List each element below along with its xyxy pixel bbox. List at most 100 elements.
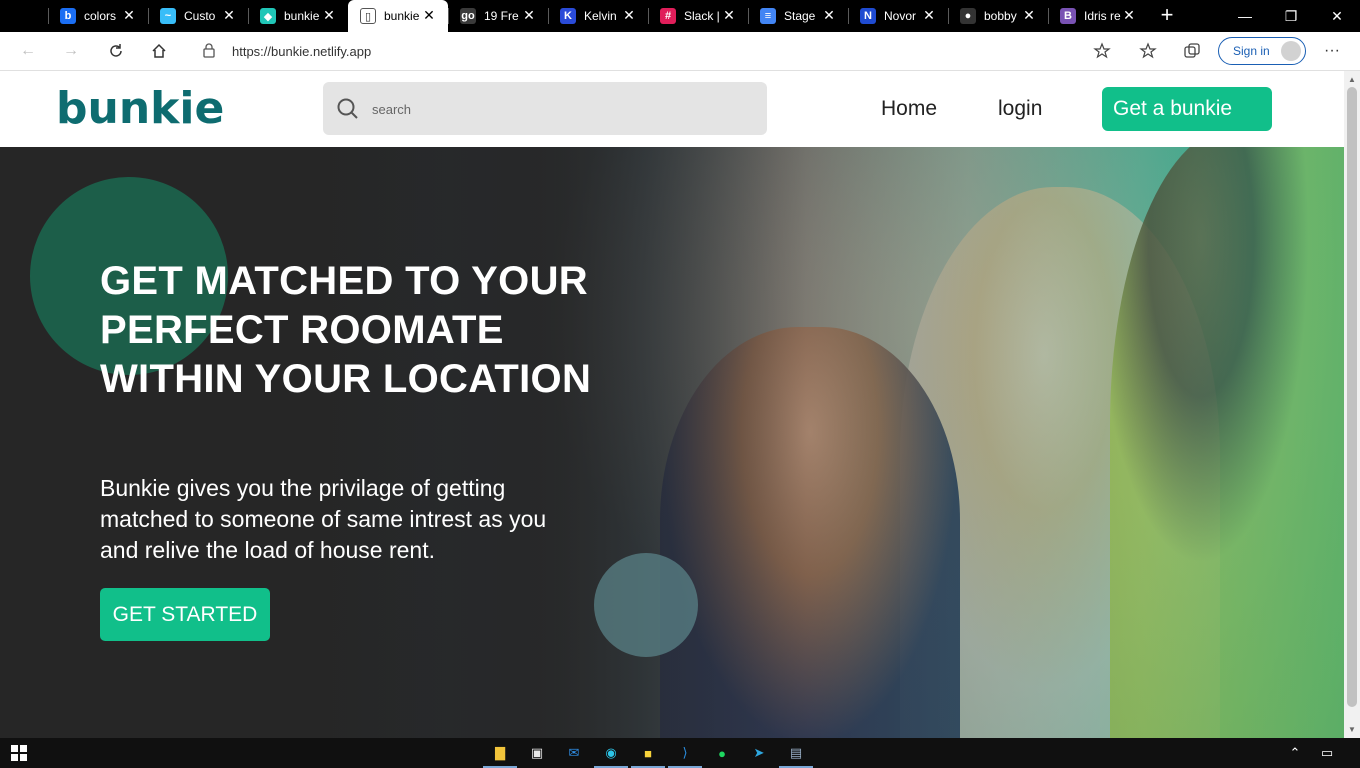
close-tab-icon[interactable]: ✕: [322, 8, 336, 22]
get-a-bunkie-button[interactable]: Get a bunkie: [1102, 87, 1272, 131]
close-tab-icon[interactable]: ✕: [822, 8, 836, 22]
address-bar[interactable]: https://bunkie.netlify.app: [187, 36, 1119, 66]
browser-tab[interactable]: ~ Custo ✕: [148, 0, 248, 32]
tab-separator: [748, 8, 749, 24]
site-navbar: bunkie search Home login Get a bunkie: [0, 71, 1344, 147]
store-icon[interactable]: ▣: [526, 742, 548, 764]
close-tab-icon[interactable]: ✕: [922, 8, 936, 22]
netlify-icon: ◆: [260, 8, 276, 24]
tab-title: Custo: [184, 9, 216, 23]
tailwind-icon: ~: [160, 8, 176, 24]
page-scrollbar[interactable]: ▲ ▼: [1344, 71, 1360, 738]
refresh-icon[interactable]: [105, 40, 127, 62]
browser-tab[interactable]: b colors ✕: [48, 0, 148, 32]
scroll-down-icon[interactable]: ▼: [1348, 725, 1356, 734]
browser-tab[interactable]: N Novor ✕: [848, 0, 948, 32]
close-tab-icon[interactable]: ✕: [222, 8, 236, 22]
browser-tab[interactable]: K Kelvin ✕: [548, 0, 648, 32]
lock-icon[interactable]: [203, 43, 215, 63]
tab-title: colors: [84, 9, 117, 23]
restore-button[interactable]: ❐: [1268, 0, 1314, 32]
tab-title: bunkie: [384, 9, 420, 23]
novu-icon: N: [860, 8, 876, 24]
spotify-icon[interactable]: ●: [711, 742, 733, 764]
minimize-button[interactable]: —: [1222, 0, 1268, 32]
search-bar[interactable]: search: [323, 82, 767, 135]
close-tab-icon[interactable]: ✕: [622, 8, 636, 22]
search-icon: [337, 98, 358, 119]
close-tab-icon[interactable]: ✕: [1122, 8, 1136, 22]
bootstrap-icon: B: [1060, 8, 1076, 24]
browser-toolbar: ← → https://bunkie.netlify.app Sign in ·…: [0, 32, 1360, 71]
back-icon[interactable]: ←: [17, 40, 39, 62]
tab-separator: [1048, 8, 1049, 24]
sign-in-button[interactable]: Sign in: [1218, 37, 1306, 65]
edge-icon[interactable]: ◉: [594, 742, 628, 768]
close-tab-icon[interactable]: ✕: [422, 8, 436, 22]
decorative-circle-small: [594, 553, 698, 657]
telegram-icon[interactable]: ➤: [748, 742, 770, 764]
tab-title: Slack |: [684, 9, 720, 23]
remote-desktop-icon[interactable]: ▤: [779, 742, 813, 768]
hero-headline: GET MATCHED TO YOUR PERFECT ROOMATE WITH…: [100, 259, 592, 401]
kelvin-icon: K: [560, 8, 576, 24]
close-window-button[interactable]: ✕: [1314, 0, 1360, 32]
nav-home-link[interactable]: Home: [881, 97, 937, 121]
docs-icon: ≡: [760, 8, 776, 24]
favorites-icon[interactable]: [1137, 40, 1159, 62]
close-tab-icon[interactable]: ✕: [522, 8, 536, 22]
tab-title: 19 Fre: [484, 9, 519, 23]
scrollbar-thumb[interactable]: [1347, 87, 1357, 707]
windows-start-icon[interactable]: [8, 742, 30, 764]
mail-icon[interactable]: ✉: [563, 742, 585, 764]
hero-subtext: Bunkie gives you the privilage of gettin…: [100, 475, 547, 563]
file-explorer-icon[interactable]: ▇: [483, 742, 517, 768]
sign-in-label: Sign in: [1233, 44, 1270, 58]
system-tray-chevron-icon[interactable]: ⌃: [1284, 742, 1306, 764]
sticky-notes-icon[interactable]: ■: [631, 742, 665, 768]
tab-separator: [948, 8, 949, 24]
notifications-icon[interactable]: ▭: [1316, 742, 1338, 764]
browser-tab[interactable]: # Slack | ✕: [648, 0, 748, 32]
slack-icon: #: [660, 8, 676, 24]
new-tab-button[interactable]: +: [1156, 4, 1178, 26]
browser-tab[interactable]: ▯ bunkie ✕: [348, 0, 448, 32]
vscode-icon[interactable]: ⟩: [668, 742, 702, 768]
tab-title: Stage: [784, 9, 816, 23]
tab-separator: [648, 8, 649, 24]
tab-title: Novor: [884, 9, 917, 23]
home-icon[interactable]: [148, 40, 170, 62]
tab-separator: [248, 8, 249, 24]
close-tab-icon[interactable]: ✕: [122, 8, 136, 22]
tab-separator: [848, 8, 849, 24]
browser-tab-strip: b colors ✕ ~ Custo ✕ ◆ bunkie ✕ ▯ bunkie ✕ go 19 Fre ✕…: [0, 0, 1360, 32]
nav-login-link[interactable]: login: [998, 97, 1042, 121]
browser-tab[interactable]: ● bobby ✕: [948, 0, 1048, 32]
browser-tab[interactable]: ◆ bunkie ✕: [248, 0, 348, 32]
page-icon: ▯: [360, 8, 376, 24]
close-tab-icon[interactable]: ✕: [1022, 8, 1036, 22]
windows-taskbar: ▇ ▣ ✉ ◉ ■ ⟩ ● ➤ ▤ ⌃ ▭: [0, 738, 1360, 768]
forward-icon[interactable]: →: [60, 40, 82, 62]
tab-title: Idris re: [1084, 9, 1121, 23]
browser-tab[interactable]: go 19 Fre ✕: [448, 0, 548, 32]
collections-icon[interactable]: [1181, 40, 1203, 62]
get-started-button[interactable]: GET STARTED: [100, 588, 270, 641]
browser-tab[interactable]: ≡ Stage ✕: [748, 0, 848, 32]
browser-tab[interactable]: B Idris re ✕: [1048, 0, 1148, 32]
more-menu-icon[interactable]: ···: [1321, 40, 1343, 62]
bunkie-logo[interactable]: bunkie: [56, 83, 224, 134]
close-tab-icon[interactable]: ✕: [722, 8, 736, 22]
scroll-up-icon[interactable]: ▲: [1348, 75, 1356, 84]
tab-title: Kelvin: [584, 9, 617, 23]
profile-avatar-icon: [1281, 41, 1301, 61]
web-page: bunkie search Home login Get a bunkie GE…: [0, 71, 1344, 738]
tab-title: bunkie: [284, 9, 320, 23]
add-favorite-icon[interactable]: [1093, 42, 1111, 65]
tab-separator: [548, 8, 549, 24]
url-text[interactable]: https://bunkie.netlify.app: [232, 44, 371, 59]
bing-icon: b: [60, 8, 76, 24]
hero-section: GET MATCHED TO YOUR PERFECT ROOMATE WITH…: [0, 147, 1344, 738]
tab-separator: [148, 8, 149, 24]
tab-title: bobby: [984, 9, 1017, 23]
